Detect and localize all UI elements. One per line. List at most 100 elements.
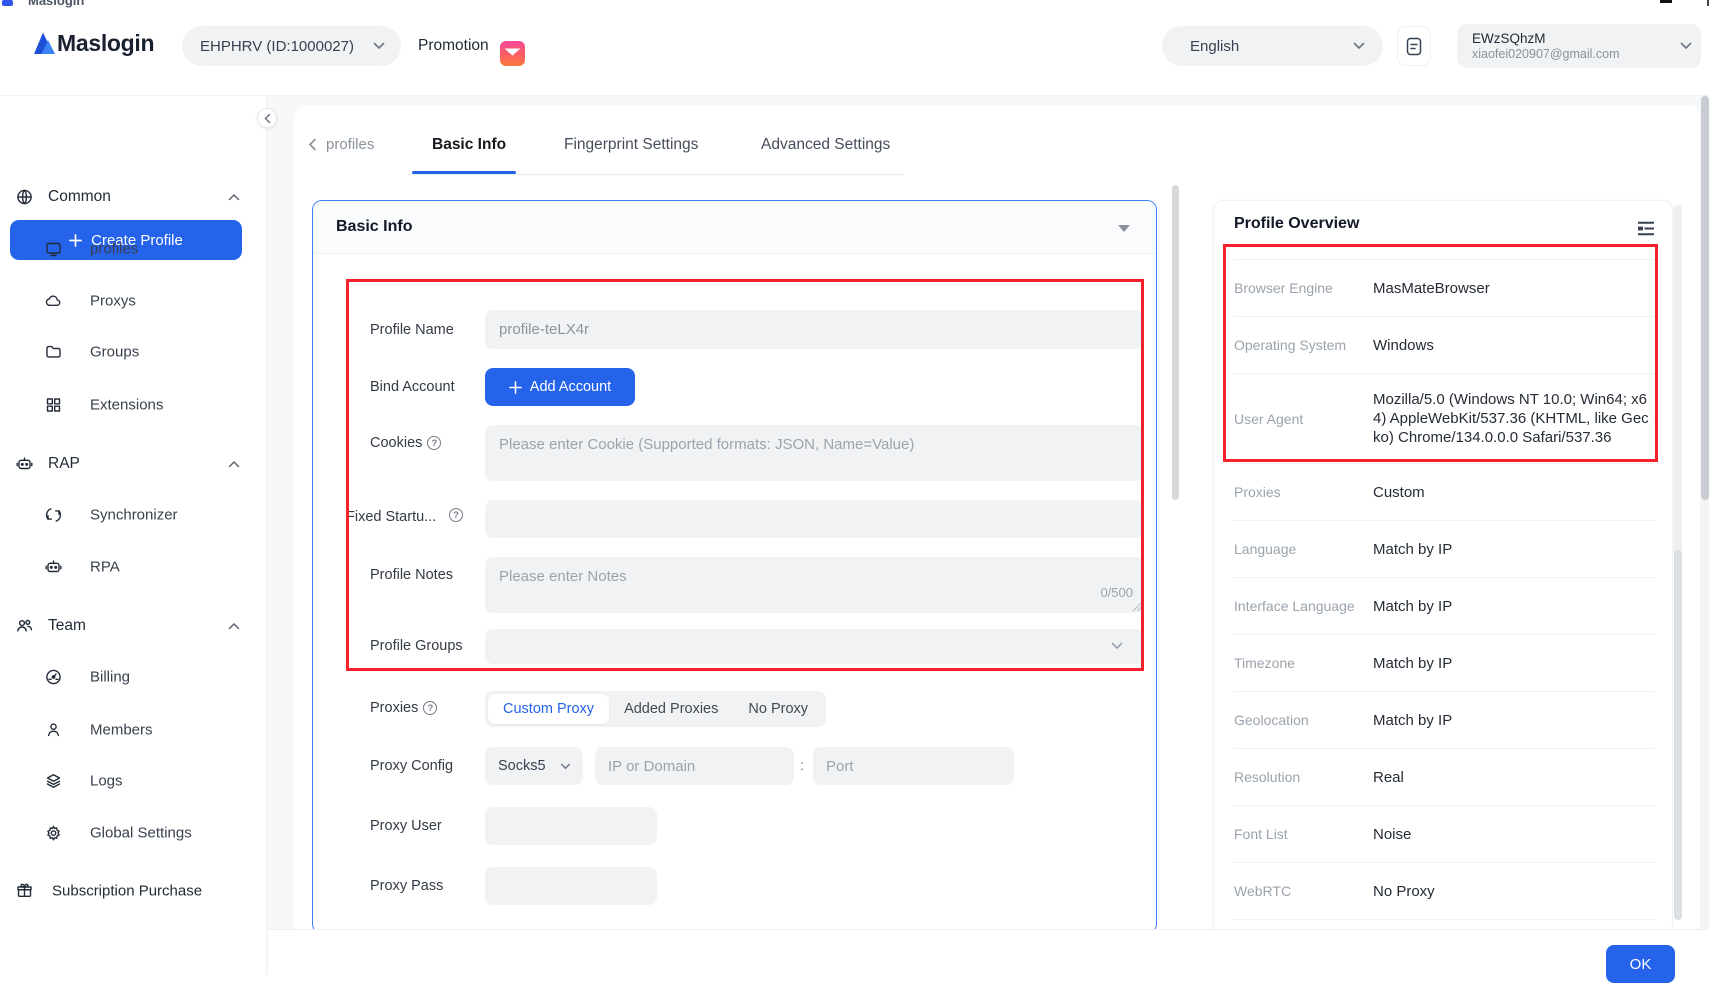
help-icon[interactable]: ? (449, 508, 463, 522)
tab-basic-info[interactable]: Basic Info (432, 136, 506, 154)
overview-row-label: User Agent (1234, 411, 1373, 427)
sidebar-item-label: Global Settings (90, 825, 192, 842)
basic-info-panel-title: Basic Info (336, 218, 412, 236)
language-dropdown[interactable]: English (1162, 26, 1383, 66)
profile-groups-select[interactable] (485, 629, 1144, 664)
resize-handle[interactable] (1133, 602, 1142, 611)
overview-row-value: Windows (1373, 336, 1654, 355)
gear-icon (45, 825, 62, 842)
collapse-chevron-icon[interactable] (1118, 225, 1130, 232)
sidebar-item-synchronizer[interactable]: Synchronizer (0, 495, 266, 535)
proxy-protocol-select[interactable]: Socks5 (485, 747, 583, 785)
chevron-down-icon (1353, 42, 1365, 50)
content-scrollbar-thumb[interactable] (1172, 185, 1179, 500)
ok-button[interactable]: OK (1606, 945, 1675, 983)
help-icon[interactable]: ? (423, 701, 437, 715)
overview-row-value: Match by IP (1373, 711, 1654, 730)
grid-icon (45, 397, 62, 414)
window-minimize-remnant (1660, 0, 1672, 3)
overview-scrollbar-thumb[interactable] (1674, 550, 1682, 920)
proxy-pass-input[interactable] (485, 867, 657, 905)
sidebar-item-common[interactable]: Common (0, 177, 266, 217)
robot-icon (16, 456, 33, 473)
overview-row-label: Proxies (1234, 484, 1373, 500)
app-header: Maslogin EHPHRV (ID:1000027) Promotion E… (0, 0, 1709, 96)
basic-info-panel: Basic Info Profile Name Bind Account Add… (312, 200, 1157, 934)
overview-row-user-agent: User AgentMozilla/5.0 (Windows NT 10.0; … (1234, 374, 1654, 464)
proxy-option-custom-proxy[interactable]: Custom Proxy (488, 694, 609, 724)
promotion-link[interactable]: Promotion (418, 37, 489, 55)
sidebar-item-billing[interactable]: Billing (0, 657, 266, 697)
chevron-up-icon (228, 193, 240, 201)
overview-rows: Browser EngineMasMateBrowserOperating Sy… (1234, 259, 1654, 920)
overview-row-label: Resolution (1234, 769, 1373, 785)
maslogin-logo-icon (33, 29, 56, 56)
chevron-down-icon (1111, 642, 1123, 650)
monitor-icon (45, 241, 62, 258)
sidebar-collapse-button[interactable] (257, 108, 277, 128)
overview-row-browser-engine: Browser EngineMasMateBrowser (1234, 260, 1654, 317)
add-account-button[interactable]: Add Account (485, 368, 635, 406)
sidebar-item-subscription-purchase[interactable]: Subscription Purchase (0, 871, 266, 911)
overview-row-value: Real (1373, 768, 1654, 787)
sidebar-item-logs[interactable]: Logs (0, 761, 266, 801)
tab-fingerprint-settings[interactable]: Fingerprint Settings (564, 136, 698, 154)
sidebar-item-groups[interactable]: Groups (0, 332, 266, 372)
document-icon (1406, 37, 1422, 56)
language-label: English (1190, 38, 1239, 55)
proxies-label: Proxies ? (370, 700, 437, 716)
ip-port-separator: : (800, 757, 804, 773)
overview-row-label: WebRTC (1234, 883, 1373, 899)
profile-notes-label: Profile Notes (370, 567, 453, 583)
overview-row-font-list: Font ListNoise (1234, 806, 1654, 863)
robot-icon (45, 559, 62, 576)
proxy-port-input[interactable] (813, 747, 1014, 785)
chevron-up-icon (228, 622, 240, 630)
page-scrollbar-thumb[interactable] (1701, 96, 1709, 500)
favicon (2, 0, 13, 6)
overview-row-label: Interface Language (1234, 598, 1373, 614)
user-name: EWzSQhzM (1472, 31, 1546, 46)
sidebar-item-label: Common (48, 188, 111, 206)
sidebar-item-label: profiles (90, 241, 138, 258)
active-tab-underline (412, 171, 516, 174)
sidebar-item-rap[interactable]: RAP (0, 444, 266, 484)
proxy-user-input[interactable] (485, 807, 657, 845)
sidebar-item-profiles[interactable]: profiles (0, 229, 266, 269)
overview-options-icon[interactable] (1637, 221, 1655, 236)
proxy-config-label: Proxy Config (370, 758, 453, 774)
sidebar-item-label: Billing (90, 669, 130, 686)
profile-name-input[interactable] (485, 310, 1144, 349)
sidebar-item-team[interactable]: Team (0, 606, 266, 646)
profile-notes-textarea[interactable] (485, 557, 1144, 613)
sidebar-item-proxys[interactable]: Proxys (0, 281, 266, 321)
proxy-option-no-proxy[interactable]: No Proxy (733, 694, 823, 724)
breadcrumb-back-profiles[interactable]: profiles (308, 136, 374, 153)
overview-row-label: Language (1234, 541, 1373, 557)
proxy-user-label: Proxy User (370, 818, 442, 834)
overview-row-value: MasMateBrowser (1373, 279, 1654, 298)
document-button[interactable] (1397, 26, 1431, 66)
breadcrumb-label: profiles (326, 136, 374, 153)
workspace-dropdown[interactable]: EHPHRV (ID:1000027) (182, 26, 401, 66)
cookies-textarea[interactable] (485, 425, 1144, 481)
proxy-ip-input[interactable] (595, 747, 794, 785)
basic-info-panel-header[interactable]: Basic Info (313, 201, 1156, 254)
help-icon[interactable]: ? (427, 436, 441, 450)
plus-icon (509, 381, 522, 394)
sidebar-item-global-settings[interactable]: Global Settings (0, 813, 266, 853)
sidebar-item-rpa[interactable]: RPA (0, 547, 266, 587)
sidebar-item-extensions[interactable]: Extensions (0, 385, 266, 425)
user-email: xiaofei020907@gmail.com (1472, 47, 1620, 61)
team-icon (16, 618, 33, 635)
person-icon (45, 722, 62, 739)
overview-row-operating-system: Operating SystemWindows (1234, 317, 1654, 374)
sidebar-item-members[interactable]: Members (0, 710, 266, 750)
profile-overview-panel: Profile Overview Browser EngineMasMateBr… (1213, 200, 1673, 934)
tab-advanced-settings[interactable]: Advanced Settings (761, 136, 890, 154)
sidebar-item-label: Synchronizer (90, 507, 178, 524)
promotion-red-packet-icon[interactable] (500, 41, 525, 66)
fixed-startup-input[interactable] (485, 500, 1144, 538)
footer-bar (268, 929, 1709, 975)
proxy-option-added-proxies[interactable]: Added Proxies (609, 694, 733, 724)
